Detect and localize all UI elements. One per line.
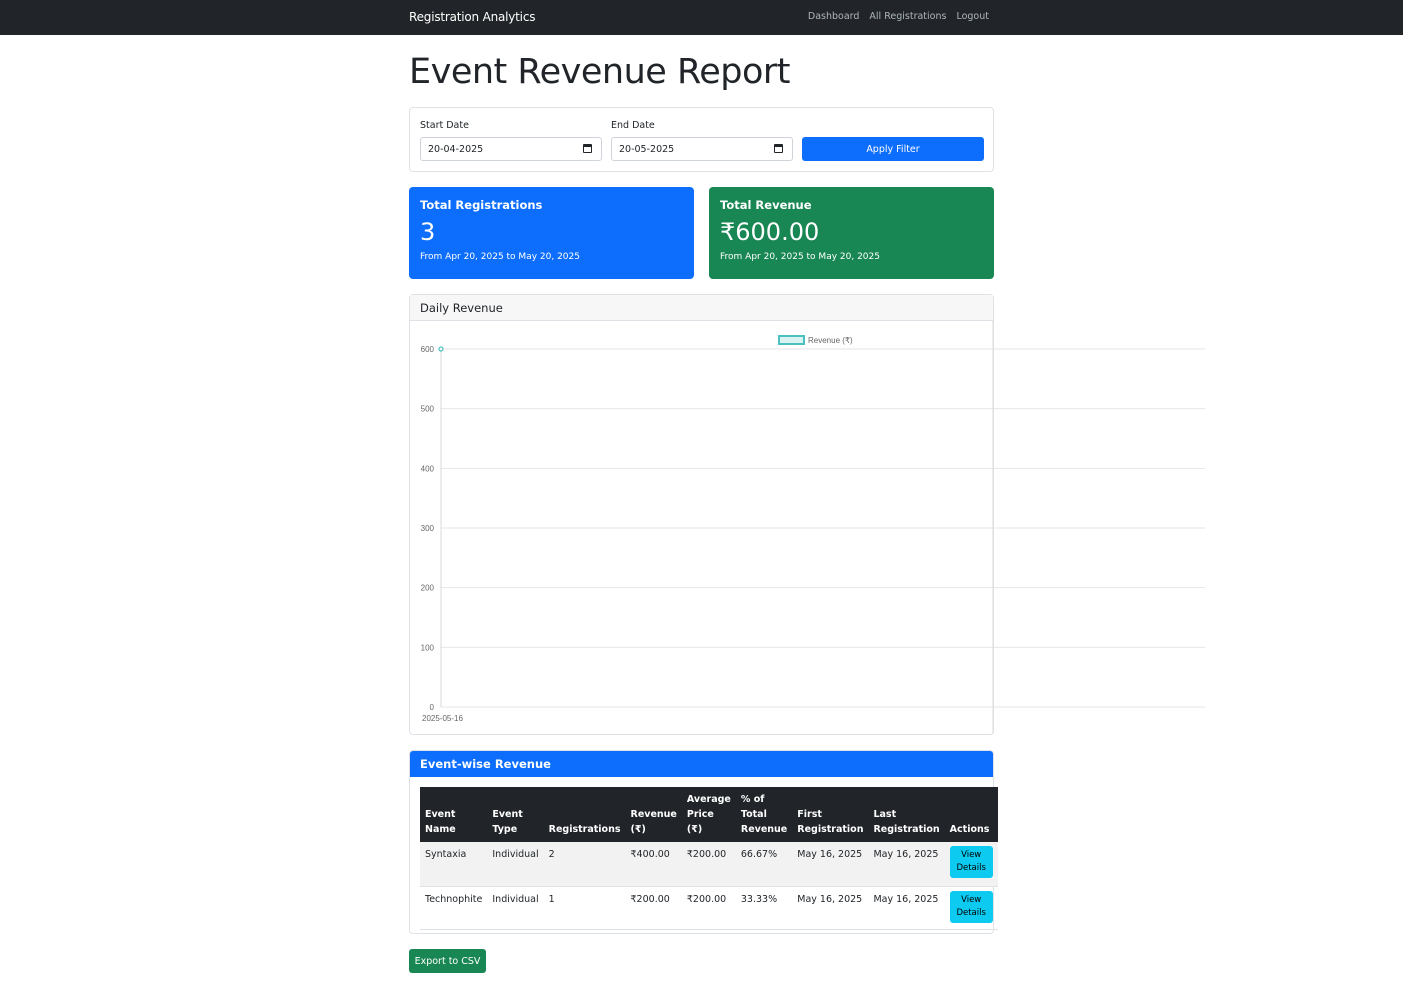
stat-date-range: From Apr 20, 2025 to May 20, 2025 — [420, 252, 580, 262]
event-name-cell: Technophite — [420, 886, 488, 930]
view-details-button[interactable]: View Details — [949, 890, 993, 923]
navbar-links: Dashboard All Registrations Logout — [808, 11, 989, 22]
first-registration-cell: May 16, 2025 — [792, 886, 869, 930]
calendar-icon[interactable] — [774, 144, 783, 153]
event-revenue-card: Event-wise Revenue Event Name Event Type R… — [409, 750, 998, 934]
percent-revenue-cell: 66.67% — [735, 842, 793, 887]
end-date-label: End Date — [611, 120, 655, 131]
column-header: Average Price (₹) — [681, 787, 736, 842]
stat-title: Total Revenue — [720, 198, 812, 212]
end-date-input[interactable] — [611, 137, 793, 161]
export-csv-button[interactable]: Export to CSV — [409, 949, 486, 973]
table-card-title: Event-wise Revenue — [410, 751, 993, 777]
revenue-cell: ₹400.00 — [625, 842, 682, 887]
percent-revenue-cell: 33.33% — [735, 886, 793, 930]
page-title: Event Revenue Report — [409, 52, 790, 92]
calendar-icon[interactable] — [583, 144, 592, 153]
event-revenue-table: Event Name Event Type Registrations Revenu… — [420, 787, 998, 930]
table-row: Technophite Individual 1 ₹200.00 ₹200.00… — [420, 886, 998, 930]
actions-cell: View Details — [944, 886, 998, 930]
first-registration-cell: May 16, 2025 — [792, 842, 869, 887]
stat-value: 3 — [420, 218, 436, 246]
column-header: Last Registration — [868, 787, 945, 842]
total-registrations-card: Total Registrations 3 From Apr 20, 2025 … — [409, 187, 694, 279]
view-details-button[interactable]: View Details — [949, 846, 993, 878]
stat-date-range: From Apr 20, 2025 to May 20, 2025 — [720, 252, 880, 262]
column-header: Event Type — [487, 787, 544, 842]
event-type-cell: Individual — [487, 842, 544, 887]
registrations-cell: 1 — [543, 886, 626, 930]
column-header: % of Total Revenue — [735, 787, 793, 842]
table-header-row: Event Name Event Type Registrations Revenu… — [420, 787, 998, 842]
stat-title: Total Registrations — [420, 198, 543, 212]
daily-revenue-card: Daily Revenue — [409, 294, 994, 735]
column-header: Event Name — [420, 787, 488, 842]
average-price-cell: ₹200.00 — [681, 842, 736, 887]
column-header: Revenue (₹) — [625, 787, 682, 842]
start-date-label: Start Date — [420, 120, 469, 131]
start-date-input[interactable] — [420, 137, 602, 161]
event-type-cell: Individual — [487, 886, 544, 930]
actions-cell: View Details — [944, 842, 998, 887]
column-header: First Registration — [792, 787, 869, 842]
last-registration-cell: May 16, 2025 — [868, 886, 945, 930]
column-header: Registrations — [543, 787, 626, 842]
table-row: Syntaxia Individual 2 ₹400.00 ₹200.00 66… — [420, 842, 998, 887]
stat-value: ₹600.00 — [720, 218, 820, 246]
nav-link-dashboard[interactable]: Dashboard — [808, 11, 860, 22]
last-registration-cell: May 16, 2025 — [868, 842, 945, 887]
total-revenue-card: Total Revenue ₹600.00 From Apr 20, 2025 … — [709, 187, 994, 279]
revenue-cell: ₹200.00 — [625, 886, 682, 930]
average-price-cell: ₹200.00 — [681, 886, 736, 930]
date-filter-card: Start Date End Date Apply Filter — [409, 107, 994, 172]
nav-link-logout[interactable]: Logout — [956, 11, 989, 22]
apply-filter-button[interactable]: Apply Filter — [802, 137, 984, 161]
top-navbar: Registration Analytics Dashboard All Reg… — [0, 0, 1403, 35]
chart-card-title: Daily Revenue — [410, 295, 993, 321]
event-name-cell: Syntaxia — [420, 842, 488, 887]
nav-link-all-registrations[interactable]: All Registrations — [869, 11, 946, 22]
column-header: Actions — [944, 787, 998, 842]
registrations-cell: 2 — [543, 842, 626, 887]
navbar-brand[interactable]: Registration Analytics — [409, 10, 535, 24]
